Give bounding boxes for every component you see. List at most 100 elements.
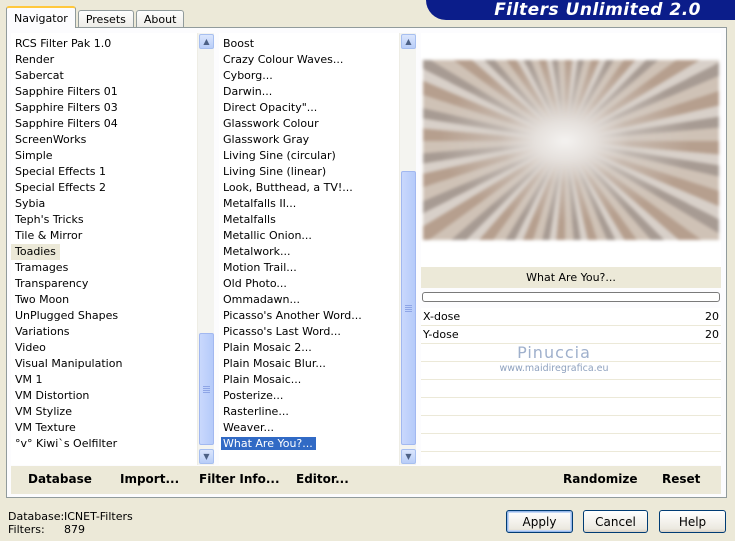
list-item[interactable]: Posterize... — [219, 388, 398, 404]
chevron-up-icon: ▲ — [203, 37, 210, 46]
scroll-up-button[interactable]: ▲ — [401, 34, 416, 49]
list-item[interactable]: VM 1 — [11, 372, 196, 388]
panel-button-bar: Database Import... Filter Info... Editor… — [11, 466, 721, 494]
list-item-label: Teph's Tricks — [15, 213, 84, 226]
list-item[interactable]: UnPlugged Shapes — [11, 308, 196, 324]
list-item[interactable]: Variations — [11, 324, 196, 340]
list-item[interactable]: Metalfalls II... — [219, 196, 398, 212]
randomize-button[interactable]: Randomize — [563, 472, 637, 486]
list-item[interactable]: Video — [11, 340, 196, 356]
list-item-selected[interactable]: What Are You?... — [219, 436, 398, 452]
category-list[interactable]: RCS Filter Pak 1.0 Render Sabercat Sapphire… — [11, 33, 214, 465]
list-item[interactable]: Boost — [219, 36, 398, 52]
param-row-empty — [421, 344, 721, 362]
list-item[interactable]: Sapphire Filters 04 — [11, 116, 196, 132]
list-item[interactable]: Weaver... — [219, 420, 398, 436]
list-item[interactable]: RCS Filter Pak 1.0 — [11, 36, 196, 52]
list-item[interactable]: Ommadawn... — [219, 292, 398, 308]
progress-bar — [422, 292, 720, 302]
help-button[interactable]: Help — [659, 510, 726, 533]
list-item-label: RCS Filter Pak 1.0 — [15, 37, 112, 50]
list-item[interactable]: Transparency — [11, 276, 196, 292]
list-item[interactable]: Sapphire Filters 01 — [11, 84, 196, 100]
list-item[interactable]: Special Effects 2 — [11, 180, 196, 196]
list-item-label: Video — [15, 341, 46, 354]
tab-about[interactable]: About — [135, 10, 185, 28]
list-item[interactable]: Picasso's Another Word... — [219, 308, 398, 324]
filter-scrollbar[interactable]: ▲ ▼ — [399, 33, 416, 465]
list-item[interactable]: Plain Mosaic Blur... — [219, 356, 398, 372]
list-item[interactable]: Darwin... — [219, 84, 398, 100]
list-item[interactable]: Plain Mosaic... — [219, 372, 398, 388]
list-item[interactable]: Tile & Mirror — [11, 228, 196, 244]
list-item-selected[interactable]: Toadies — [11, 244, 60, 260]
scroll-thumb[interactable] — [199, 333, 214, 445]
list-item[interactable]: °v° Kiwi`s Oelfilter — [11, 436, 196, 452]
list-item[interactable]: Render — [11, 52, 196, 68]
cancel-button[interactable]: Cancel — [583, 510, 648, 533]
list-item[interactable]: Special Effects 1 — [11, 164, 196, 180]
reset-button[interactable]: Reset — [662, 472, 700, 486]
list-item[interactable]: Metalfalls — [219, 212, 398, 228]
list-item-label: Metallic Onion... — [223, 229, 312, 242]
param-x-dose[interactable]: X-dose 20 — [421, 308, 721, 326]
list-item[interactable]: VM Distortion — [11, 388, 196, 404]
list-item[interactable]: Metalwork... — [219, 244, 398, 260]
list-item-label: Picasso's Last Word... — [223, 325, 341, 338]
database-button[interactable]: Database — [28, 472, 92, 486]
list-item[interactable]: Plain Mosaic 2... — [219, 340, 398, 356]
list-item[interactable]: Picasso's Last Word... — [219, 324, 398, 340]
param-label: Y-dose — [423, 328, 459, 341]
param-value: 20 — [705, 310, 719, 323]
list-item[interactable]: Rasterline... — [219, 404, 398, 420]
editor-button[interactable]: Editor... — [296, 472, 349, 486]
scroll-thumb[interactable] — [401, 171, 416, 445]
list-item[interactable]: Glasswork Gray — [219, 132, 398, 148]
list-item[interactable]: ScreenWorks — [11, 132, 196, 148]
list-item-label: Picasso's Another Word... — [223, 309, 362, 322]
scroll-up-button[interactable]: ▲ — [199, 34, 214, 49]
list-item-label: VM Stylize — [15, 405, 72, 418]
list-item[interactable]: VM Stylize — [11, 404, 196, 420]
list-item-label: Sabercat — [15, 69, 64, 82]
tab-navigator[interactable]: Navigator — [6, 6, 76, 28]
list-item-label: Metalfalls II... — [223, 197, 297, 210]
param-row-empty — [421, 416, 721, 434]
list-item[interactable]: Metallic Onion... — [219, 228, 398, 244]
list-item-label: Direct Opacity"... — [223, 101, 318, 114]
list-item[interactable]: Teph's Tricks — [11, 212, 196, 228]
category-scrollbar[interactable]: ▲ ▼ — [197, 33, 214, 465]
filter-list[interactable]: Boost Crazy Colour Waves... Cyborg... Darwi… — [219, 33, 416, 465]
param-y-dose[interactable]: Y-dose 20 — [421, 326, 721, 344]
list-item[interactable]: Crazy Colour Waves... — [219, 52, 398, 68]
parameter-list: X-dose 20 Y-dose 20 — [421, 308, 721, 465]
list-item-label: Darwin... — [223, 85, 273, 98]
list-item[interactable]: Sabercat — [11, 68, 196, 84]
list-item[interactable]: Two Moon — [11, 292, 196, 308]
list-item[interactable]: Tramages — [11, 260, 196, 276]
scroll-down-button[interactable]: ▼ — [401, 449, 416, 464]
list-item[interactable]: VM Texture — [11, 420, 196, 436]
list-item[interactable]: Sapphire Filters 03 — [11, 100, 196, 116]
apply-button[interactable]: Apply — [506, 510, 573, 533]
list-item[interactable]: Glasswork Colour — [219, 116, 398, 132]
database-label: Database: — [8, 510, 65, 523]
scroll-down-button[interactable]: ▼ — [199, 449, 214, 464]
grip-icon — [405, 304, 412, 312]
list-item[interactable]: Living Sine (linear) — [219, 164, 398, 180]
list-item[interactable]: Living Sine (circular) — [219, 148, 398, 164]
import-button[interactable]: Import... — [120, 472, 179, 486]
list-item[interactable]: Cyborg... — [219, 68, 398, 84]
list-item[interactable]: Visual Manipulation — [11, 356, 196, 372]
list-item-label: Plain Mosaic Blur... — [223, 357, 326, 370]
list-item-label: °v° Kiwi`s Oelfilter — [15, 437, 118, 450]
list-item[interactable]: Look, Butthead, a TV!... — [219, 180, 398, 196]
list-item[interactable]: Simple — [11, 148, 196, 164]
tab-presets[interactable]: Presets — [77, 10, 134, 28]
list-item[interactable]: Old Photo... — [219, 276, 398, 292]
list-item-label: VM Texture — [15, 421, 76, 434]
list-item[interactable]: Sybia — [11, 196, 196, 212]
list-item[interactable]: Motion Trail... — [219, 260, 398, 276]
list-item[interactable]: Direct Opacity"... — [219, 100, 398, 116]
filter-info-button[interactable]: Filter Info... — [199, 472, 280, 486]
